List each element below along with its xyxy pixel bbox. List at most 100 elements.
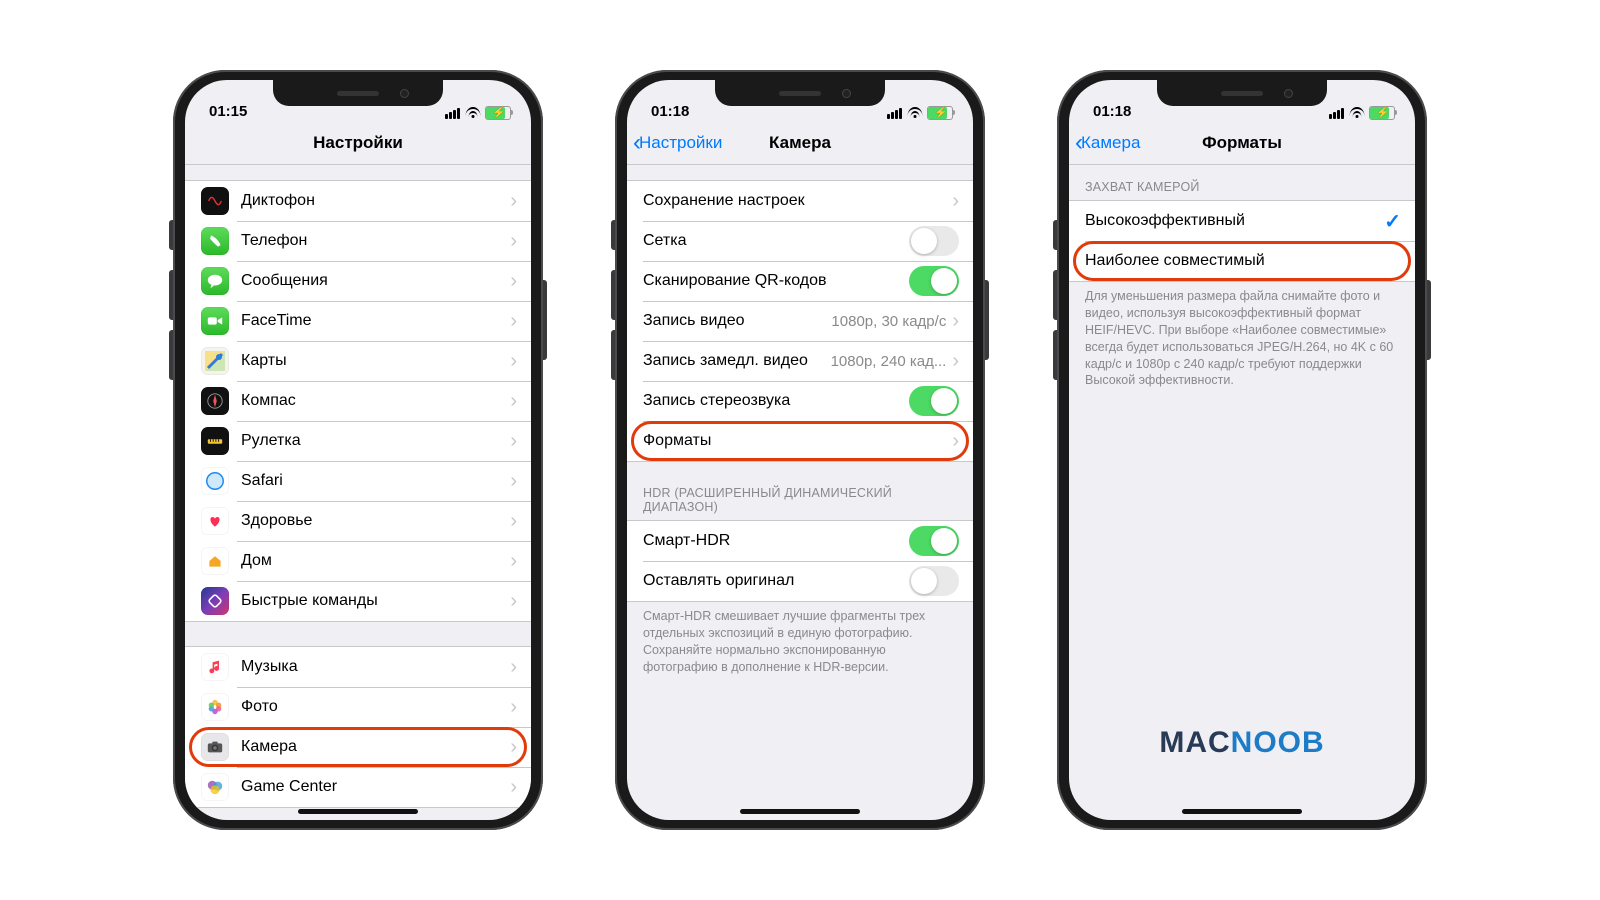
row-label: Камера (241, 738, 510, 756)
chevron-right-icon: › (510, 430, 517, 453)
section-footer-capture: Для уменьшения размера файла снимайте фо… (1069, 282, 1415, 389)
settings-row-safari[interactable]: Safari › (185, 461, 531, 501)
compass-icon (201, 387, 229, 415)
settings-row-measure[interactable]: Рулетка › (185, 421, 531, 461)
row-label: Дом (241, 552, 510, 570)
home-indicator[interactable] (298, 809, 418, 814)
settings-row-messages[interactable]: Сообщения › (185, 261, 531, 301)
formats-list[interactable]: ЗАХВАТ КАМЕРОЙ Высокоэффективный ✓ Наибо… (1069, 162, 1415, 820)
row-label: Телефон (241, 232, 510, 250)
health-icon (201, 507, 229, 535)
switch-smart-hdr[interactable] (909, 526, 959, 556)
settings-row-health[interactable]: Здоровье › (185, 501, 531, 541)
screen-3: 01:18 ⚡ ‹ Камера Форматы ЗАХВАТ КАМЕРОЙ … (1069, 80, 1415, 820)
switch-stereo[interactable] (909, 386, 959, 416)
settings-row-game-center[interactable]: Game Center › (185, 767, 531, 807)
nav-bar: Настройки (185, 122, 531, 165)
camera-row-grid[interactable]: Сетка (627, 221, 973, 261)
iphone-device-3: 01:18 ⚡ ‹ Камера Форматы ЗАХВАТ КАМЕРОЙ … (1057, 70, 1427, 830)
chevron-right-icon: › (952, 310, 959, 333)
settings-row-phone[interactable]: Телефон › (185, 221, 531, 261)
notch (273, 80, 443, 106)
nav-title: Форматы (1202, 133, 1282, 153)
row-label: Сетка (643, 232, 909, 250)
camera-row-qr[interactable]: Сканирование QR-кодов (627, 261, 973, 301)
row-label: Высокоэффективный (1085, 212, 1384, 230)
home-indicator[interactable] (740, 809, 860, 814)
iphone-device-2: 01:18 ⚡ ‹ Настройки Камера Сохранение на… (615, 70, 985, 830)
row-label: Safari (241, 472, 510, 490)
chevron-right-icon: › (510, 390, 517, 413)
settings-row-compass[interactable]: Компас › (185, 381, 531, 421)
settings-row-music[interactable]: Музыка › (185, 647, 531, 687)
camera-row-preserve[interactable]: Сохранение настроек › (627, 181, 973, 221)
screen-1: 01:15 ⚡ Настройки Диктофон › (185, 80, 531, 820)
safari-icon (201, 467, 229, 495)
settings-row-home[interactable]: Дом › (185, 541, 531, 581)
camera-row-smart-hdr[interactable]: Смарт-HDR (627, 521, 973, 561)
chevron-right-icon: › (510, 190, 517, 213)
battery-icon: ⚡ (927, 106, 953, 120)
row-label: Запись стереозвука (643, 392, 909, 410)
music-icon (201, 653, 229, 681)
settings-row-maps[interactable]: Карты › (185, 341, 531, 381)
photos-icon (201, 693, 229, 721)
row-label: Запись видео (643, 312, 831, 330)
chevron-right-icon: › (952, 190, 959, 213)
facetime-icon (201, 307, 229, 335)
switch-grid[interactable] (909, 226, 959, 256)
settings-row-voice-memos[interactable]: Диктофон › (185, 181, 531, 221)
row-label: Музыка (241, 658, 510, 676)
cellular-icon (887, 108, 902, 119)
section-footer-hdr: Смарт-HDR смешивает лучшие фрагменты тре… (627, 602, 973, 676)
camera-row-record-slomo[interactable]: Запись замедл. видео 1080p, 240 кад... › (627, 341, 973, 381)
row-label: Сканирование QR-кодов (643, 272, 909, 290)
chevron-right-icon: › (510, 656, 517, 679)
chevron-right-icon: › (952, 350, 959, 373)
nav-title: Камера (769, 133, 831, 153)
camera-row-record-video[interactable]: Запись видео 1080p, 30 кадр/с › (627, 301, 973, 341)
chevron-right-icon: › (510, 230, 517, 253)
nav-bar: ‹ Настройки Камера (627, 122, 973, 165)
nav-bar: ‹ Камера Форматы (1069, 122, 1415, 165)
chevron-right-icon: › (952, 430, 959, 453)
row-label: Сообщения (241, 272, 510, 290)
watermark: MACNOOB (1069, 726, 1415, 760)
settings-row-facetime[interactable]: FaceTime › (185, 301, 531, 341)
status-time: 01:18 (1093, 103, 1131, 120)
measure-icon (201, 427, 229, 455)
battery-icon: ⚡ (1369, 106, 1395, 120)
nav-back-button[interactable]: ‹ Камера (1075, 131, 1140, 155)
chevron-right-icon: › (510, 696, 517, 719)
chevron-right-icon: › (510, 736, 517, 759)
settings-row-camera[interactable]: Камера › (185, 727, 531, 767)
switch-qr[interactable] (909, 266, 959, 296)
settings-list[interactable]: Диктофон › Телефон › Сообщения › (185, 162, 531, 820)
chevron-right-icon: › (510, 550, 517, 573)
settings-row-photos[interactable]: Фото › (185, 687, 531, 727)
row-label: Сохранение настроек (643, 192, 952, 210)
home-indicator[interactable] (1182, 809, 1302, 814)
switch-keep-original[interactable] (909, 566, 959, 596)
shortcuts-icon (201, 587, 229, 615)
camera-icon (201, 733, 229, 761)
chevron-right-icon: › (510, 350, 517, 373)
game-center-icon (201, 773, 229, 801)
settings-row-shortcuts[interactable]: Быстрые команды › (185, 581, 531, 621)
nav-back-label: Камера (1081, 133, 1140, 153)
formats-row-most-compatible[interactable]: Наиболее совместимый (1069, 241, 1415, 281)
camera-row-formats[interactable]: Форматы › (627, 421, 973, 461)
row-label: Диктофон (241, 192, 510, 210)
status-time: 01:18 (651, 103, 689, 120)
voice-memos-icon (201, 187, 229, 215)
row-label: Рулетка (241, 432, 510, 450)
nav-back-button[interactable]: ‹ Настройки (633, 131, 722, 155)
row-label: Фото (241, 698, 510, 716)
camera-row-stereo[interactable]: Запись стереозвука (627, 381, 973, 421)
formats-row-high-efficiency[interactable]: Высокоэффективный ✓ (1069, 201, 1415, 241)
row-label: Запись замедл. видео (643, 352, 831, 370)
camera-settings-list[interactable]: Сохранение настроек › Сетка Сканирование… (627, 162, 973, 820)
camera-row-keep-original[interactable]: Оставлять оригинал (627, 561, 973, 601)
messages-icon (201, 267, 229, 295)
chevron-right-icon: › (510, 270, 517, 293)
